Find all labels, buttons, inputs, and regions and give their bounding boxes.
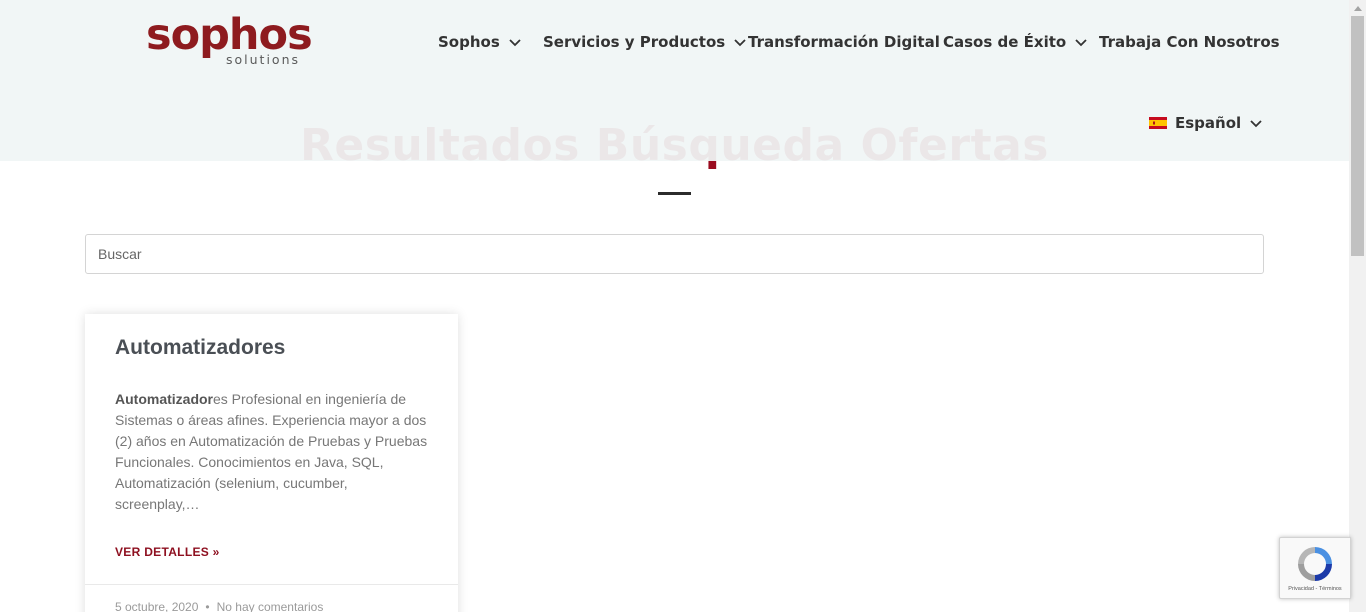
read-more-link[interactable]: VER DETALLES »: [115, 545, 220, 559]
meta-separator: •: [205, 600, 210, 612]
recaptcha-icon: [1298, 547, 1332, 581]
nav-item-trabaja[interactable]: Trabaja Con Nosotros: [1099, 30, 1280, 54]
logo-subtitle: solutions: [226, 52, 301, 67]
result-title[interactable]: Automatizadores: [115, 336, 285, 360]
excerpt-highlight: Automatizador: [115, 391, 213, 407]
result-card: Automatizadores Automatizadores Profesio…: [85, 314, 458, 612]
result-comments: No hay comentarios: [216, 600, 324, 612]
nav-item-sophos[interactable]: Sophos: [438, 30, 522, 54]
recaptcha-badge[interactable]: Privacidad - Términos: [1279, 537, 1351, 599]
nav-item-label: Sophos: [438, 33, 500, 51]
scrollbar-thumb[interactable]: [1351, 16, 1364, 256]
site-header: sophos solutions Sophos Servicios y Prod…: [0, 0, 1349, 161]
title-divider: [658, 192, 691, 195]
recaptcha-links[interactable]: Privacidad - Términos: [1280, 586, 1350, 592]
chevron-down-icon: [508, 35, 522, 49]
result-date: 5 octubre, 2020: [115, 600, 199, 612]
nav-item-label: Casos de Éxito: [943, 33, 1067, 51]
main-nav: Sophos Servicios y Productos Transformac…: [0, 30, 1349, 54]
search-input[interactable]: [85, 234, 1264, 274]
scroll-up-arrow-icon[interactable]: [1349, 0, 1366, 16]
page-scrollbar[interactable]: [1349, 0, 1366, 612]
card-divider: [85, 584, 458, 585]
language-selector[interactable]: Español: [1149, 112, 1263, 134]
language-label: Español: [1175, 114, 1242, 132]
spain-flag-icon: [1149, 117, 1167, 129]
result-meta: 5 octubre, 2020 • No hay comentarios: [115, 600, 323, 612]
nav-item-casos[interactable]: Casos de Éxito: [943, 30, 1088, 54]
chevron-down-icon: [1074, 35, 1088, 49]
result-excerpt: Automatizadores Profesional en ingenierí…: [115, 389, 435, 515]
nav-item-label: Transformación Digital: [748, 33, 940, 51]
nav-item-label: Trabaja Con Nosotros: [1099, 33, 1280, 51]
nav-item-label: Servicios y Productos: [543, 33, 726, 51]
nav-item-transformacion[interactable]: Transformación Digital: [748, 30, 940, 54]
chevron-down-icon: [1249, 116, 1263, 130]
chevron-down-icon: [733, 35, 747, 49]
excerpt-text: es Profesional en ingeniería de Sistemas…: [115, 391, 428, 512]
nav-item-servicios[interactable]: Servicios y Productos: [543, 30, 747, 54]
